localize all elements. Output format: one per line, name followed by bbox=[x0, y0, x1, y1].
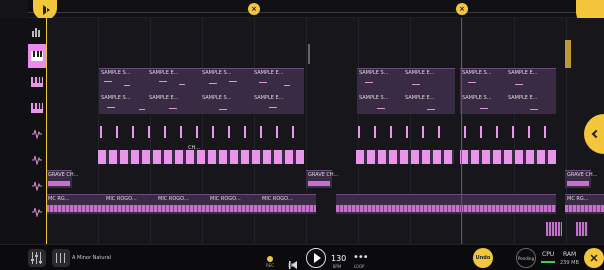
record-label: REC bbox=[265, 263, 275, 268]
pending-label: Pending bbox=[518, 255, 534, 261]
transport-bar: A Minor Natural REC REC 130 BPM ••• LOOP… bbox=[0, 244, 604, 270]
audio-clip-small[interactable] bbox=[576, 222, 588, 236]
track-list bbox=[0, 18, 46, 244]
clip-label: SAMPLE S... bbox=[359, 70, 389, 76]
ram-label: RAM bbox=[563, 251, 577, 258]
clip-label: SAMPLE S... bbox=[101, 95, 131, 101]
record-button[interactable] bbox=[267, 256, 273, 262]
midi-clip[interactable]: SAMPLE S... SAMPLE E... SAMPLE S... SAMP… bbox=[460, 68, 556, 114]
close-icon bbox=[590, 254, 598, 262]
loop-start-marker[interactable]: × bbox=[248, 3, 260, 15]
sliders-icon bbox=[56, 253, 65, 263]
loop-end-marker[interactable]: × bbox=[456, 3, 468, 15]
daw-window: × × SAMPLE S... SAMPLE E... SAMPLE S... … bbox=[0, 0, 604, 270]
clip-label: SAMPLE S... bbox=[202, 70, 232, 76]
clip-label: SAMPLE E... bbox=[254, 95, 284, 101]
clip-label: SAMPLE E... bbox=[254, 70, 284, 76]
track-audio-1[interactable] bbox=[28, 122, 46, 146]
clip-label: GRAVE CH... bbox=[567, 172, 598, 178]
clip-label: SAMPLE S... bbox=[462, 70, 492, 76]
track-audio-4[interactable] bbox=[28, 200, 46, 224]
play-icon bbox=[313, 253, 321, 263]
tempo-value[interactable]: 130 bbox=[331, 254, 346, 263]
clip-label: MIC ROGO... bbox=[262, 196, 293, 202]
chevron-left-icon bbox=[591, 129, 601, 139]
clip-label: SAMPLE S... bbox=[462, 95, 492, 101]
track-audio-2[interactable] bbox=[28, 148, 46, 172]
timeline-ruler[interactable]: × × bbox=[28, 0, 604, 18]
sliders-icon bbox=[31, 252, 42, 264]
audio-clip-mic[interactable]: MC RG... bbox=[565, 194, 604, 214]
scale-button[interactable] bbox=[52, 249, 70, 267]
playhead-line bbox=[46, 0, 47, 246]
cpu-meter bbox=[541, 261, 555, 263]
scale-name: A Minor Natural bbox=[72, 255, 112, 261]
play-button[interactable] bbox=[306, 248, 326, 268]
clip-label: SAMPLE S... bbox=[359, 95, 389, 101]
clip-label: SAMPLE S... bbox=[202, 95, 232, 101]
clip-label: SAMPLE E... bbox=[405, 95, 435, 101]
waveform-icon bbox=[32, 155, 42, 165]
piano-icon bbox=[31, 77, 43, 87]
clip-label: MC RG... bbox=[567, 196, 589, 202]
clip-label: SAMPLE E... bbox=[149, 70, 179, 76]
track-keys-1[interactable] bbox=[28, 44, 46, 68]
midi-clip[interactable]: SAMPLE S... SAMPLE E... SAMPLE S... SAMP… bbox=[357, 68, 455, 114]
waveform-icon bbox=[32, 181, 42, 191]
loop-handle[interactable] bbox=[565, 40, 571, 68]
ruler-line bbox=[28, 12, 604, 13]
mixer-button[interactable] bbox=[28, 249, 46, 267]
clip-label: MC RG... bbox=[48, 196, 70, 202]
pending-button[interactable]: Pending bbox=[516, 248, 536, 268]
track-keys-3[interactable] bbox=[28, 96, 46, 120]
piano-icon bbox=[31, 51, 43, 61]
clip-label: MIC ROGO... bbox=[210, 196, 241, 202]
waveform-icon bbox=[32, 207, 42, 217]
arrangement-grid[interactable]: SAMPLE S... SAMPLE E... SAMPLE S... SAMP… bbox=[46, 18, 604, 244]
track-audio-3[interactable] bbox=[28, 174, 46, 198]
undo-label: Undo bbox=[475, 255, 491, 261]
piano-icon bbox=[31, 103, 43, 113]
clip-label: MIC ROGO... bbox=[158, 196, 189, 202]
clip-label: GRAVE CH... bbox=[48, 172, 79, 178]
audio-clip-grave[interactable]: GRAVE CH... bbox=[565, 170, 597, 188]
track-keys-2[interactable] bbox=[28, 70, 46, 94]
clip-label: SAMPLE E... bbox=[508, 70, 538, 76]
cpu-label: CPU bbox=[542, 251, 555, 258]
midi-clip[interactable]: SAMPLE S... SAMPLE E... SAMPLE S... SAMP… bbox=[99, 68, 304, 114]
more-icon[interactable]: ••• bbox=[353, 252, 369, 263]
close-button[interactable] bbox=[584, 248, 604, 268]
audio-clip-mic[interactable]: MC RG... MIC ROGO... MIC ROGO... MIC ROG… bbox=[46, 194, 316, 214]
tempo-label: BPM bbox=[332, 264, 342, 269]
ram-value: 239 MB bbox=[560, 260, 579, 266]
clip-label: SAMPLE E... bbox=[508, 95, 538, 101]
clip-label: SAMPLE E... bbox=[405, 70, 435, 76]
lane-marker bbox=[308, 44, 310, 64]
drum-pad-icon bbox=[32, 28, 40, 37]
audio-clip-mic[interactable] bbox=[336, 194, 556, 214]
clip-label: MIC ROGO... bbox=[106, 196, 137, 202]
waveform-icon bbox=[32, 129, 42, 139]
undo-button[interactable]: Undo bbox=[473, 248, 493, 268]
rewind-label: REC bbox=[287, 263, 297, 268]
clip-label: SAMPLE E... bbox=[149, 95, 179, 101]
clip-label: GRAVE CH... bbox=[308, 172, 339, 178]
audio-clip-grave[interactable]: GRAVE CH... bbox=[306, 170, 338, 188]
loop-label: LOOP bbox=[353, 264, 365, 269]
clip-label: CH... bbox=[188, 145, 200, 151]
track-drums[interactable] bbox=[28, 20, 46, 44]
audio-clip-grave[interactable]: GRAVE CH... bbox=[46, 170, 78, 188]
audio-clip-small[interactable] bbox=[546, 222, 562, 236]
loop-end-line bbox=[461, 18, 462, 244]
clip-label: SAMPLE S... bbox=[101, 70, 131, 76]
